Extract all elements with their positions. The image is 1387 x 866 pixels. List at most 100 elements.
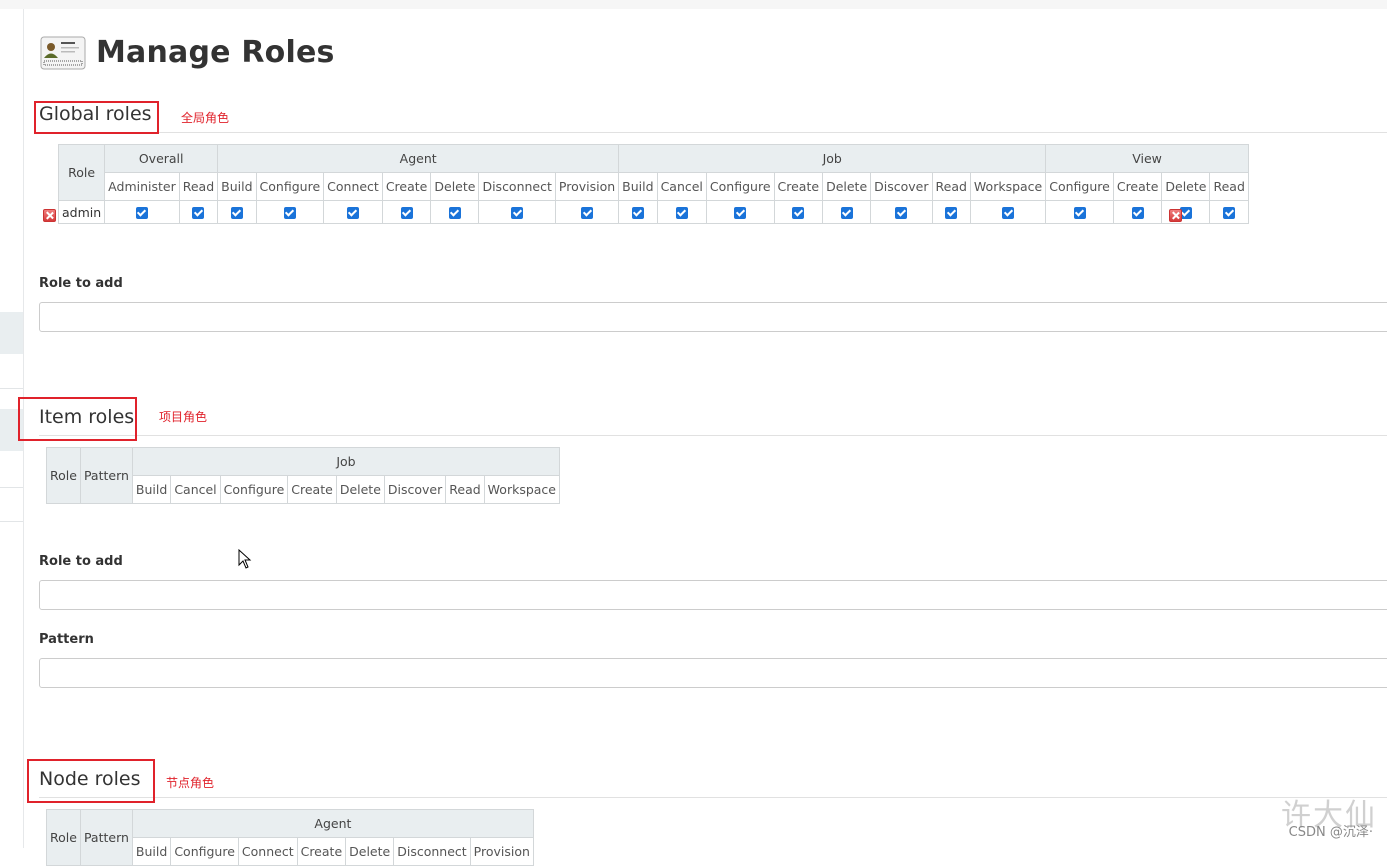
item-pattern-input[interactable] — [39, 658, 1387, 688]
page-header: Manage Roles — [40, 35, 335, 70]
permission-cell — [618, 200, 658, 224]
page-title: Manage Roles — [96, 35, 335, 70]
global-roles-table: Role Overall Agent Job View Administer Read Bui… — [57, 144, 1249, 224]
permission-cell — [430, 200, 480, 224]
permission-header: Read — [178, 172, 219, 201]
permission-checkbox[interactable] — [1002, 207, 1015, 219]
permission-header: Disconnect — [393, 837, 471, 866]
permission-header: Delete — [822, 172, 872, 201]
subheader-row: Administer Read Build Configure Connect Creat… — [59, 172, 1249, 201]
permission-header: Create — [296, 837, 347, 866]
permission-checkbox[interactable] — [792, 207, 805, 219]
delete-role-icon[interactable] — [43, 209, 56, 222]
header-row: Role Pattern Agent — [46, 809, 534, 866]
permission-header: Create — [381, 172, 432, 201]
delete-role-icon[interactable] — [1169, 209, 1182, 222]
pattern-label: Pattern — [39, 632, 94, 647]
permission-header: Configure — [1045, 172, 1114, 201]
permission-header: Provision — [469, 837, 534, 866]
permission-header: Connect — [237, 837, 298, 866]
permission-checkbox[interactable] — [192, 207, 205, 219]
permission-header: Workspace — [969, 172, 1047, 201]
permission-header: Provision — [554, 172, 620, 201]
role-column-header: Role — [46, 809, 81, 866]
item-roles-table: Role Pattern Job Build Cancel Configure Create… — [46, 447, 561, 504]
annotation-label: 项目角色 — [159, 410, 208, 424]
pattern-column-header: Pattern — [79, 809, 133, 866]
permission-cell — [656, 200, 707, 224]
permission-header: Configure — [219, 475, 289, 504]
permission-header: Create — [773, 172, 824, 201]
role-to-add-label: Role to add — [39, 554, 123, 569]
role-to-add-label: Role to add — [39, 276, 123, 291]
top-bar — [0, 0, 1387, 9]
global-roles-header: Global roles — [39, 100, 1387, 133]
permission-header: Build — [131, 837, 172, 866]
annotation-label: 全局角色 — [181, 111, 230, 125]
permission-group-header: Job — [618, 144, 1047, 173]
permission-header: Cancel — [656, 172, 707, 201]
header-row: Role Overall Agent Job View — [57, 144, 1249, 201]
permission-checkbox[interactable] — [346, 207, 359, 219]
permission-checkbox[interactable] — [1131, 207, 1144, 219]
permission-checkbox[interactable] — [1073, 207, 1086, 219]
permission-cell — [217, 200, 257, 224]
permission-header: Delete — [345, 837, 395, 866]
mouse-cursor — [238, 549, 252, 569]
permission-checkbox[interactable] — [135, 207, 148, 219]
permission-header: Disconnect — [478, 172, 556, 201]
permission-header: Delete — [1161, 172, 1211, 201]
permission-cell — [1209, 200, 1249, 224]
permission-header: Configure — [255, 172, 325, 201]
permission-header: Build — [618, 172, 658, 201]
permission-cell — [178, 200, 219, 224]
annotation-label: 节点角色 — [166, 776, 215, 790]
global-role-to-add-input[interactable] — [39, 302, 1387, 332]
permission-checkbox[interactable] — [895, 207, 908, 219]
sidebar-divider — [0, 388, 23, 389]
annotation-box — [18, 397, 137, 441]
permission-cell — [381, 200, 432, 224]
id-card-icon — [40, 36, 86, 69]
permission-cell — [554, 200, 620, 224]
node-roles-header: Node roles — [39, 765, 1387, 798]
header-row: Role Pattern Job — [46, 447, 561, 504]
permission-group-header: Overall — [104, 144, 219, 173]
annotation-box — [34, 101, 159, 134]
permission-checkbox[interactable] — [675, 207, 688, 219]
permission-checkbox[interactable] — [581, 207, 594, 219]
role-column-header: Role — [46, 447, 81, 504]
permission-cell — [773, 200, 824, 224]
permission-cell — [822, 200, 872, 224]
pattern-column-header: Pattern — [79, 447, 133, 504]
permission-cell — [705, 200, 775, 224]
permission-group-header: Agent — [217, 144, 620, 173]
permission-checkbox[interactable] — [230, 207, 243, 219]
permission-checkbox[interactable] — [840, 207, 853, 219]
main-content: Manage Roles Global roles 全局角色 Role Overa… — [18, 9, 1387, 866]
permission-header: Build — [217, 172, 257, 201]
permission-group-header: Agent — [131, 809, 534, 838]
watermark: CSDN @沉泽· — [1288, 825, 1373, 840]
permission-group-header: Job — [131, 447, 561, 476]
permission-header: Workspace — [483, 475, 561, 504]
permission-header: Administer — [104, 172, 180, 201]
permission-header: Read — [445, 475, 485, 504]
permission-checkbox[interactable] — [945, 207, 958, 219]
permission-checkbox[interactable] — [1223, 207, 1236, 219]
permission-header: Configure — [170, 837, 239, 866]
permission-checkbox[interactable] — [734, 207, 747, 219]
permission-cell — [1112, 200, 1163, 224]
permission-header: Read — [931, 172, 971, 201]
permission-header: Configure — [705, 172, 775, 201]
item-role-to-add-input[interactable] — [39, 580, 1387, 610]
permission-checkbox[interactable] — [511, 207, 524, 219]
permission-header: Create — [287, 475, 337, 504]
sidebar-divider — [0, 521, 23, 522]
sidebar-item[interactable] — [0, 312, 23, 354]
permission-header: Delete — [430, 172, 480, 201]
permission-checkbox[interactable] — [448, 207, 461, 219]
permission-checkbox[interactable] — [631, 207, 644, 219]
permission-checkbox[interactable] — [283, 207, 296, 219]
permission-checkbox[interactable] — [400, 207, 413, 219]
